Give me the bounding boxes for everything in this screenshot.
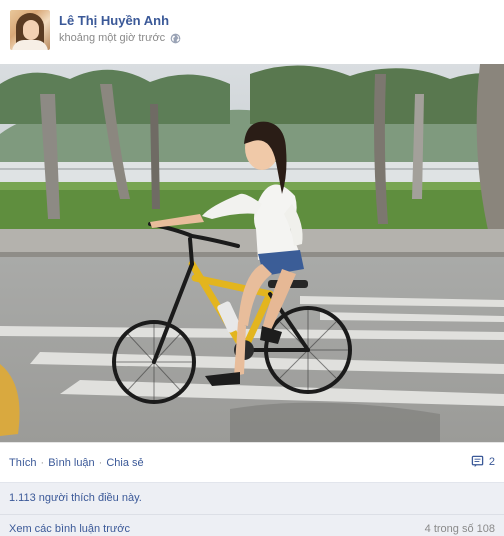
likes-text[interactable]: 1.113 người thích điều này.	[9, 492, 142, 504]
separator-dot: ·	[98, 457, 103, 469]
post-actions-bar: Thích · Bình luận · Chia sẻ 2	[0, 442, 504, 482]
author-name[interactable]: Lê Thị Huyền Anh	[59, 13, 169, 28]
view-previous-comments-link[interactable]: Xem các bình luận trước	[9, 523, 130, 535]
comment-icon	[471, 455, 484, 468]
action-links: Thích · Bình luận · Chia sẻ	[9, 457, 144, 469]
like-link[interactable]: Thích	[9, 457, 37, 469]
comments-pager-row: Xem các bình luận trước 4 trong số 108	[0, 514, 504, 536]
likes-summary: 1.113 người thích điều này.	[0, 482, 504, 514]
share-link[interactable]: Chia sẻ	[106, 457, 143, 469]
globe-icon[interactable]	[170, 33, 181, 44]
comment-count[interactable]: 2	[471, 455, 495, 468]
post-meta: khoảng một giờ trước	[59, 32, 181, 44]
comments-pager: 4 trong số 108	[424, 523, 495, 535]
post-photo[interactable]	[0, 64, 504, 442]
author-avatar[interactable]	[10, 10, 50, 50]
photo-illustration	[0, 64, 504, 442]
comment-link[interactable]: Bình luận	[48, 457, 94, 469]
post-timestamp[interactable]: khoảng một giờ trước	[59, 32, 165, 44]
separator-dot: ·	[40, 457, 45, 469]
comment-count-value: 2	[488, 455, 495, 468]
post-header: Lê Thị Huyền Anh khoảng một giờ trước	[0, 0, 504, 64]
